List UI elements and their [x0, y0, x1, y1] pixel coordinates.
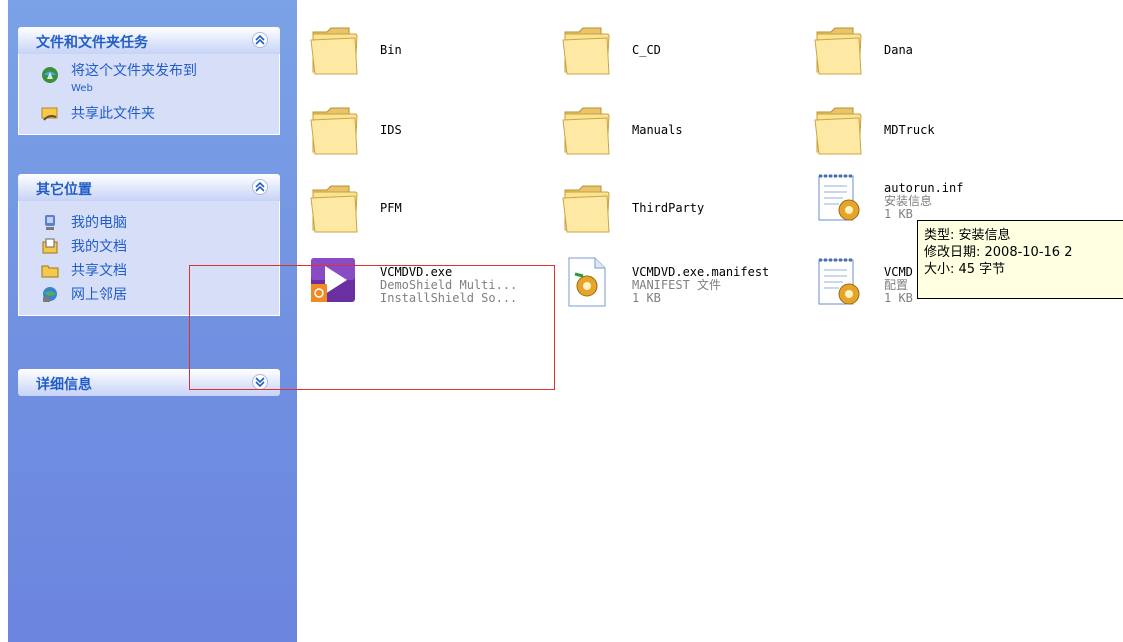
my-computer-icon [41, 213, 59, 231]
folder-item-mdtruck[interactable]: MDTruck [801, 94, 1041, 164]
task-label: 将这个文件夹发布到 Web [71, 63, 197, 94]
publish-to-web-link[interactable]: 将这个文件夹发布到 Web [19, 62, 279, 100]
file-name: PFM [380, 201, 402, 215]
panel-title: 其它位置 [36, 182, 92, 198]
file-info: VCMD 配置 1 KB [884, 265, 913, 305]
my-documents-icon [41, 237, 59, 255]
collapse-chevron-icon[interactable] [252, 32, 268, 48]
shared-documents-icon [41, 261, 59, 279]
config-file-gear-icon [813, 254, 865, 312]
place-label: 我的文档 [71, 239, 127, 255]
share-folder-link[interactable]: 共享此文件夹 [19, 100, 279, 124]
publish-web-icon [41, 66, 59, 84]
folder-item-manuals[interactable]: Manuals [549, 94, 789, 164]
folder-item-pfm[interactable]: PFM [297, 172, 537, 242]
highlight-annotation-box [189, 265, 555, 390]
tooltip-modified-date: 修改日期: 2008-10-16 2 [924, 245, 1073, 260]
folder-icon [561, 178, 613, 236]
network-places-icon [41, 285, 59, 303]
folder-item-dana[interactable]: Dana [801, 14, 1041, 84]
tooltip-type: 类型: 安装信息 [924, 228, 1011, 243]
panel-title: 文件和文件夹任务 [36, 35, 148, 51]
panel-header-places[interactable]: 其它位置 [18, 174, 280, 201]
my-computer-link[interactable]: 我的电脑 [19, 209, 279, 233]
file-folder-tasks-panel: 文件和文件夹任务 将这个文件夹发布到 Web 共享此文件夹 [18, 27, 280, 135]
folder-icon [813, 100, 865, 158]
file-info: VCMDVD.exe.manifest MANIFEST 文件 1 KB [632, 265, 770, 305]
file-name: Manuals [632, 123, 683, 137]
place-label: 我的电脑 [71, 215, 127, 231]
folder-icon [309, 20, 361, 78]
collapse-chevron-icon[interactable] [252, 179, 268, 195]
panel-body-tasks: 将这个文件夹发布到 Web 共享此文件夹 [18, 54, 280, 135]
my-documents-link[interactable]: 我的文档 [19, 233, 279, 257]
share-folder-icon [41, 104, 59, 122]
folder-icon [813, 20, 865, 78]
folder-item-c-cd[interactable]: C_CD [549, 14, 789, 84]
panel-title: 详细信息 [36, 377, 92, 393]
place-label: 网上邻居 [71, 287, 127, 303]
folder-icon [309, 100, 361, 158]
file-name: ThirdParty [632, 201, 705, 215]
config-file-gear-icon [813, 170, 865, 228]
folder-item-ids[interactable]: IDS [297, 94, 537, 164]
folder-item-bin[interactable]: Bin [297, 14, 537, 84]
file-item-vcmdvd-manifest[interactable]: VCMDVD.exe.manifest MANIFEST 文件 1 KB [549, 248, 789, 318]
manifest-file-icon [561, 254, 613, 312]
folder-icon [561, 100, 613, 158]
folder-icon [309, 178, 361, 236]
tooltip-size: 大小: 45 字节 [924, 262, 1006, 277]
folder-icon [561, 20, 613, 78]
place-label: 共享文档 [71, 263, 127, 279]
file-name: C_CD [632, 43, 661, 57]
file-name: Dana [884, 43, 913, 57]
file-name: IDS [380, 123, 402, 137]
folder-item-thirdparty[interactable]: ThirdParty [549, 172, 789, 242]
task-pane-edge [0, 0, 8, 642]
panel-header-tasks[interactable]: 文件和文件夹任务 [18, 27, 280, 54]
file-info-tooltip: 类型: 安装信息 修改日期: 2008-10-16 2 大小: 45 字节 [917, 220, 1123, 299]
file-name: MDTruck [884, 123, 935, 137]
file-info: autorun.inf 安装信息 1 KB [884, 181, 964, 221]
task-label: 共享此文件夹 [71, 106, 155, 122]
file-name: Bin [380, 43, 402, 57]
